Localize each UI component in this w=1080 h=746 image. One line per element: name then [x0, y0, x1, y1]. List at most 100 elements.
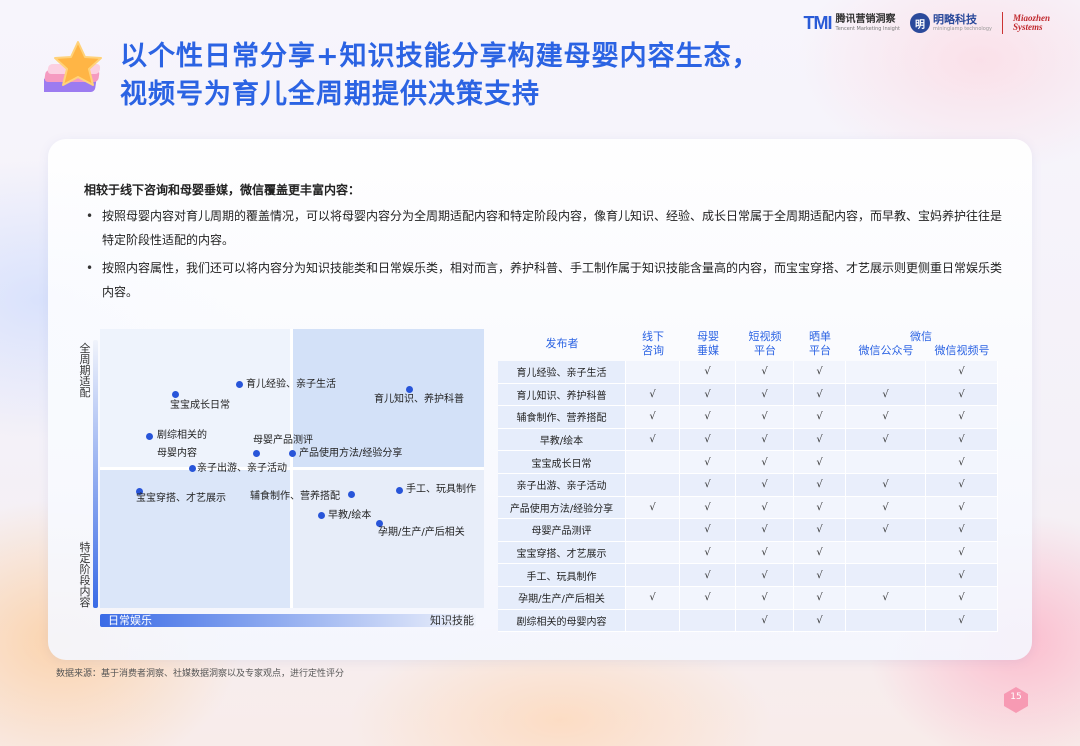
logo-divider — [1001, 12, 1003, 34]
coverage-cell: √ — [926, 541, 998, 565]
col-header-offline: 线下 咨询 — [626, 327, 680, 361]
coverage-cell: √ — [794, 473, 846, 497]
col-header-offline-line2: 咨询 — [642, 344, 664, 357]
quadrant-point — [396, 487, 403, 494]
col-header-share-line2: 平台 — [809, 344, 831, 357]
quadrant-point-label: 早教/绘本 — [328, 510, 372, 521]
coverage-cell: √ — [736, 473, 794, 497]
coverage-cell: √ — [736, 609, 794, 633]
mininglamp-logo-cn: 明略科技 — [932, 13, 977, 26]
row-label: 早教/绘本 — [498, 428, 626, 452]
coverage-cell: √ — [794, 361, 846, 384]
intro-heading: 相较于线下咨询和母婴垂媒，微信覆盖更丰富内容： — [84, 183, 361, 197]
col-header-maternal-line1: 母婴 — [697, 330, 719, 343]
page-title: 以个性日常分享+知识技能分享构建母婴内容生态， 视频号为育儿全周期提供决策支持 — [120, 38, 760, 114]
coverage-cell: √ — [794, 609, 846, 633]
coverage-cell: √ — [846, 496, 926, 520]
coverage-cell: √ — [736, 451, 794, 474]
row-label: 辅食制作、营养搭配 — [498, 406, 626, 429]
page-number: 15 — [1010, 692, 1022, 702]
coverage-cell: √ — [926, 383, 998, 407]
header-logos: TMI 腾讯营销洞察 Tencent Marketing Insight 明 明… — [804, 8, 1050, 38]
quadrant-point-label: 宝宝穿搭、才艺展示 — [136, 493, 226, 504]
table-row: 孕期/生产/产后相关 √ √ √ √ √ √ — [498, 586, 998, 610]
coverage-cell: √ — [736, 428, 794, 452]
coverage-cell: √ — [846, 383, 926, 407]
coverage-cell — [626, 564, 680, 587]
table-row: 育儿经验、亲子生活 √ √ √ √ — [498, 361, 998, 384]
col-header-short-video: 短视频 平台 — [736, 327, 794, 361]
quadrant-point-label: 产品使用方法/经验分享 — [299, 448, 403, 459]
coverage-cell: √ — [626, 428, 680, 452]
quadrant-point-label: 辅食制作、营养搭配 — [250, 491, 340, 502]
x-axis-label-left: 日常娱乐 — [108, 614, 152, 627]
coverage-cell — [846, 564, 926, 587]
quadrant-point — [348, 491, 355, 498]
quadrant-point-label: 母婴内容 — [157, 448, 197, 459]
tmi-logo-cn: 腾讯营销洞察 — [835, 13, 896, 25]
coverage-cell: √ — [680, 406, 736, 429]
coverage-cell: √ — [680, 496, 736, 520]
coverage-cell — [626, 519, 680, 542]
coverage-cell: √ — [794, 496, 846, 520]
row-label: 亲子出游、亲子活动 — [498, 473, 626, 497]
y-axis-label-top: 全周期适配 — [79, 342, 91, 399]
quadrant-point-label: 剧综相关的 — [157, 430, 207, 441]
intro-section: 相较于线下咨询和母婴垂媒，微信覆盖更丰富内容： 按照母婴内容对育儿周期的覆盖情况… — [84, 178, 1004, 308]
coverage-cell: √ — [680, 564, 736, 587]
x-axis-label-right: 知识技能 — [430, 614, 474, 627]
coverage-cell: √ — [736, 564, 794, 587]
col-header-wechat-oa-text: 微信公众号 — [858, 344, 914, 357]
data-source-note: 数据来源：基于消费者洞察、社媒数据洞察以及专家观点，进行定性评分 — [56, 669, 345, 679]
col-header-publisher: 发布者 — [498, 327, 626, 361]
table-row: 育儿知识、养护科普 √ √ √ √ √ √ — [498, 383, 998, 407]
table-row: 亲子出游、亲子活动 √ √ √ √ √ — [498, 473, 998, 497]
coverage-cell — [626, 609, 680, 633]
row-label: 产品使用方法/经验分享 — [498, 496, 626, 520]
coverage-cell — [846, 609, 926, 633]
coverage-cell: √ — [846, 473, 926, 497]
intro-bullet-2: 按照内容属性，我们还可以将内容分为知识技能类和日常娱乐类，相对而言，养护科普、手… — [84, 256, 1004, 304]
quadrant-point-label: 育儿知识、养护科普 — [374, 394, 464, 405]
star-stack-icon — [41, 40, 112, 102]
table-row: 母婴产品测评 √ √ √ √ √ — [498, 519, 998, 542]
table-row: 宝宝穿搭、才艺展示 √ √ √ √ — [498, 541, 998, 565]
col-header-maternal-media: 母婴 垂媒 — [680, 327, 736, 361]
tmi-mark: TMI — [803, 12, 833, 33]
coverage-cell — [626, 541, 680, 565]
coverage-cell: √ — [680, 473, 736, 497]
mininglamp-logo: 明 明略科技 mininglamp technology — [909, 13, 992, 33]
coverage-cell: √ — [926, 564, 998, 587]
coverage-cell: √ — [846, 519, 926, 542]
col-header-wechat-channels: 微信视频号 — [926, 327, 998, 361]
coverage-cell: √ — [846, 428, 926, 452]
row-label: 孕期/生产/产后相关 — [498, 586, 626, 610]
coverage-cell: √ — [846, 406, 926, 429]
coverage-cell: √ — [680, 541, 736, 565]
coverage-cell — [626, 451, 680, 474]
row-label: 宝宝穿搭、才艺展示 — [498, 541, 626, 565]
table-row: 手工、玩具制作 √ √ √ √ — [498, 564, 998, 587]
page-title-line1: 以个性日常分享+知识技能分享构建母婴内容生态， — [120, 41, 760, 72]
coverage-cell: √ — [680, 361, 736, 384]
row-label: 育儿经验、亲子生活 — [498, 361, 626, 384]
coverage-cell: √ — [926, 586, 998, 610]
quadrant-point-label: 宝宝成长日常 — [170, 400, 230, 411]
x-axis-bar — [100, 614, 476, 627]
quadrant-point — [236, 381, 243, 388]
coverage-cell — [846, 361, 926, 384]
page-title-line2: 视频号为育儿全周期提供决策支持 — [120, 79, 540, 110]
coverage-cell: √ — [680, 586, 736, 610]
coverage-cell — [680, 609, 736, 633]
coverage-cell: √ — [626, 383, 680, 407]
coverage-cell: √ — [926, 496, 998, 520]
row-label: 剧综相关的母婴内容 — [498, 609, 626, 633]
coverage-cell — [626, 361, 680, 384]
col-header-wechat-oa: 微信 微信公众号 — [846, 327, 933, 361]
tencent-marketing-insight-logo: TMI 腾讯营销洞察 Tencent Marketing Insight — [804, 13, 900, 34]
quadrant-point — [146, 433, 153, 440]
row-label: 母婴产品测评 — [498, 519, 626, 542]
table-body: 育儿经验、亲子生活 √ √ √ √ 育儿知识、养护科普 √ √ √ √ √ √ 辅食制作、营养搭配 √ √ √… — [498, 361, 998, 633]
row-label: 宝宝成长日常 — [498, 451, 626, 474]
coverage-cell: √ — [926, 609, 998, 633]
